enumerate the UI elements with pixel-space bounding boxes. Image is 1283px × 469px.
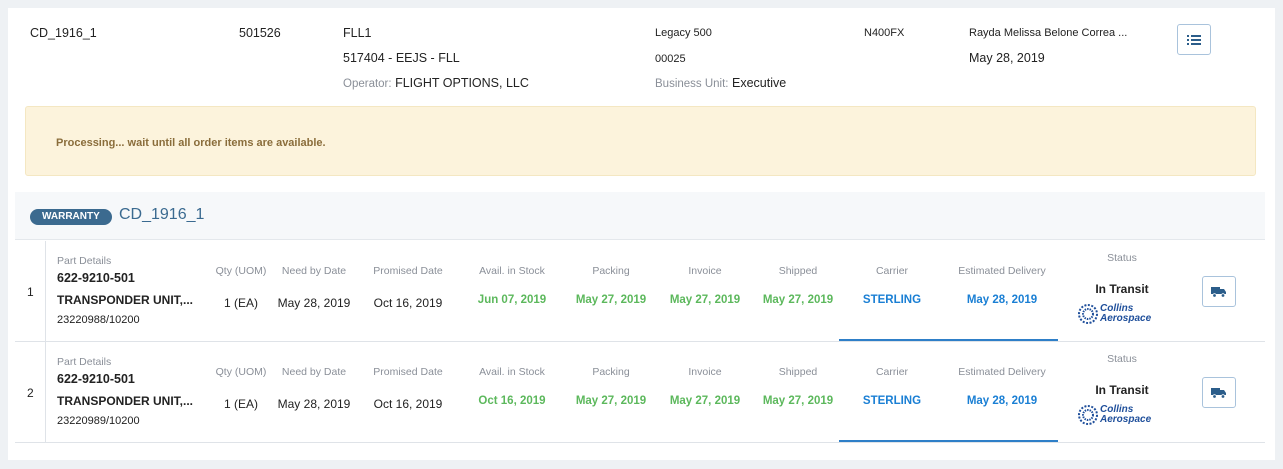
header-aircraft-model: Legacy 500 [655,27,712,39]
header-requester-name: Rayda Melissa Belone Correa ... [969,27,1128,39]
carrier-underline [839,440,1058,442]
header-location-name: 517404 - EEJS - FLL [343,51,460,65]
cell-promised: Oct 16, 2019 [373,397,443,411]
header-account-number: 501526 [239,26,281,40]
header-serial: 00025 [655,53,686,65]
column-header-est-delivery: Estimated Delivery [958,366,1046,378]
collins-aerospace-logo: Collins Aerospace [1078,405,1151,425]
order-menu-button[interactable] [1177,24,1211,55]
part-number: 622-9210-501 [57,372,135,386]
track-shipment-button[interactable] [1202,377,1236,408]
header-operator: Operator: FLIGHT OPTIONS, LLC [343,76,529,90]
page: CD_1916_1 501526 FLL1 517404 - EEJS - FL… [0,0,1283,469]
part-serial: 23220988/10200 [57,314,140,326]
cell-carrier: STERLING [862,294,922,306]
row-number: 1 [27,285,34,299]
column-header-promised: Promised Date [373,366,443,378]
collins-logo-icon [1078,304,1098,324]
column-header-promised: Promised Date [373,265,443,277]
header-business-unit: Business Unit: Executive [655,76,786,90]
status-text: In Transit [1095,383,1149,397]
business-unit-label: Business Unit: [655,78,729,90]
table-row: 1 Part Details 622-9210-501 TRANSPONDER UNI… [15,241,1265,342]
cell-promised: Oct 16, 2019 [373,296,443,310]
collins-logo-line2: Aerospace [1100,414,1152,425]
collins-logo-line2: Aerospace [1100,313,1152,324]
operator-value: FLIGHT OPTIONS, LLC [395,76,529,90]
order-subheader-id: CD_1916_1 [119,206,205,223]
part-number: 622-9210-501 [57,271,135,285]
list-icon [1187,34,1201,45]
part-description: TRANSPONDER UNIT,... [57,293,194,307]
track-shipment-button[interactable] [1202,276,1236,307]
collins-logo-icon [1078,405,1098,425]
collins-aerospace-logo: Collins Aerospace [1078,304,1151,324]
header-order-id: CD_1916_1 [30,26,97,40]
status-text: In Transit [1095,282,1149,296]
warranty-badge: WARRANTY [30,209,112,225]
truck-icon [1211,286,1226,298]
part-description: TRANSPONDER UNIT,... [57,394,194,408]
column-header-carrier: Carrier [875,366,909,378]
operator-label: Operator: [343,78,392,90]
column-header-part-details: Part Details [57,356,112,368]
header-requester-date: May 28, 2019 [969,51,1045,65]
column-header-part-details: Part Details [57,255,112,267]
cell-carrier: STERLING [862,395,922,407]
truck-icon [1211,387,1226,399]
order-card: CD_1916_1 501526 FLL1 517404 - EEJS - FL… [8,8,1275,460]
cell-est-delivery: May 28, 2019 [966,395,1038,407]
carrier-underline [839,339,1058,341]
header-location-code: FLL1 [343,26,372,40]
row-divider [45,241,46,341]
processing-alert: Processing... wait until all order items… [25,106,1256,176]
column-header-carrier: Carrier [875,265,909,277]
column-header-est-delivery: Estimated Delivery [958,265,1046,277]
row-divider [45,342,46,442]
header-tail-number: N400FX [864,27,905,39]
column-header-status: Status [1107,252,1137,264]
alert-message: Processing... wait until all order items… [56,137,326,149]
table-row: 2 Part Details 622-9210-501 TRANSPONDER UNI… [15,342,1265,443]
business-unit-value: Executive [732,76,787,90]
column-header-status: Status [1107,353,1137,365]
order-subheader: WARRANTY CD_1916_1 [15,192,1265,240]
cell-est-delivery: May 28, 2019 [966,294,1038,306]
part-serial: 23220989/10200 [57,415,140,427]
row-number: 2 [27,386,34,400]
